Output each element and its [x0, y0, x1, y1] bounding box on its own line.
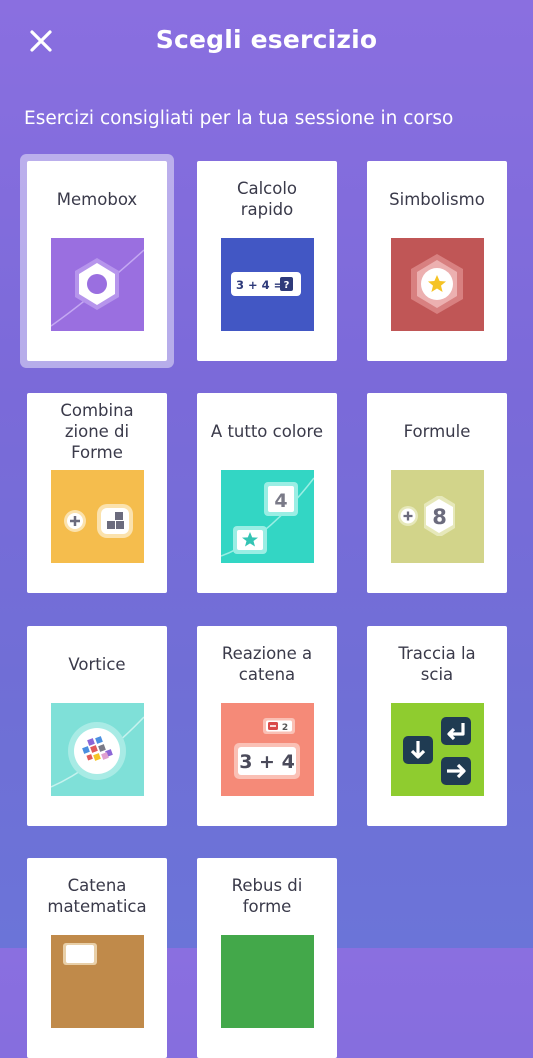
exercise-label: A tutto colore [210, 421, 324, 441]
plus-number-icon: 8 [391, 470, 484, 563]
number-star-icon: 4 [221, 470, 314, 563]
svg-text:8: 8 [432, 505, 447, 529]
plus-shapes-icon [51, 470, 144, 563]
svg-text:4: 4 [274, 490, 287, 512]
exercise-card-traccia-la-scia[interactable]: Traccia la scia [367, 626, 507, 826]
exercise-card-simbolismo[interactable]: Simbolismo [367, 161, 507, 361]
exercise-card-rebus-di-forme[interactable]: Rebus di forme [197, 858, 337, 1058]
exercise-label: Traccia la scia [398, 644, 476, 684]
exercise-label: Formule [403, 421, 471, 441]
vortex-icon [51, 703, 144, 796]
section-subtitle: Esercizi consigliati per la tua sessione… [24, 108, 454, 129]
exercise-card-memobox[interactable]: Memobox [27, 161, 167, 361]
exercise-card-calcolo-rapido[interactable]: Calcolo rapido 3 + 4 = ? [197, 161, 337, 361]
header: Scegli esercizio [0, 0, 533, 86]
svg-text:3 + 4 =: 3 + 4 = [236, 278, 283, 292]
hexagon-ring-icon [51, 238, 144, 331]
exercise-label: Rebus di forme [231, 876, 303, 916]
exercise-label: Combina zione di Forme [60, 400, 134, 462]
exercise-label: Simbolismo [389, 189, 485, 209]
exercise-label: Calcolo rapido [236, 179, 298, 219]
exercise-card-formule[interactable]: Formule 8 [367, 393, 507, 593]
exercise-card-reazione-a-catena[interactable]: Reazione a catena 2 3 + 4 [197, 626, 337, 826]
svg-text:3 + 4: 3 + 4 [239, 751, 295, 773]
equation-icon: 3 + 4 = ? [221, 238, 314, 331]
exercise-card-vortice[interactable]: Vortice [27, 626, 167, 826]
exercise-card-catena-matematica[interactable]: Catena matematica [27, 858, 167, 1058]
page-title: Scegli esercizio [155, 25, 378, 54]
svg-text:2: 2 [282, 723, 288, 733]
arrows-icon [391, 703, 484, 796]
svg-text:?: ? [284, 280, 290, 291]
exercise-label: Vortice [68, 654, 126, 674]
exercise-label: Reazione a catena [221, 644, 313, 684]
math-chain-icon [51, 935, 144, 1028]
chain-equation-icon: 2 3 + 4 [221, 703, 314, 796]
star-hexagon-icon [391, 238, 484, 331]
shape-rebus-icon [221, 935, 314, 1028]
exercise-card-combinazione-di-forme[interactable]: Combina zione di Forme [27, 393, 167, 593]
exercise-label: Memobox [56, 189, 138, 209]
exercise-card-a-tutto-colore[interactable]: A tutto colore 4 [197, 393, 337, 593]
exercise-label: Catena matematica [47, 876, 147, 916]
